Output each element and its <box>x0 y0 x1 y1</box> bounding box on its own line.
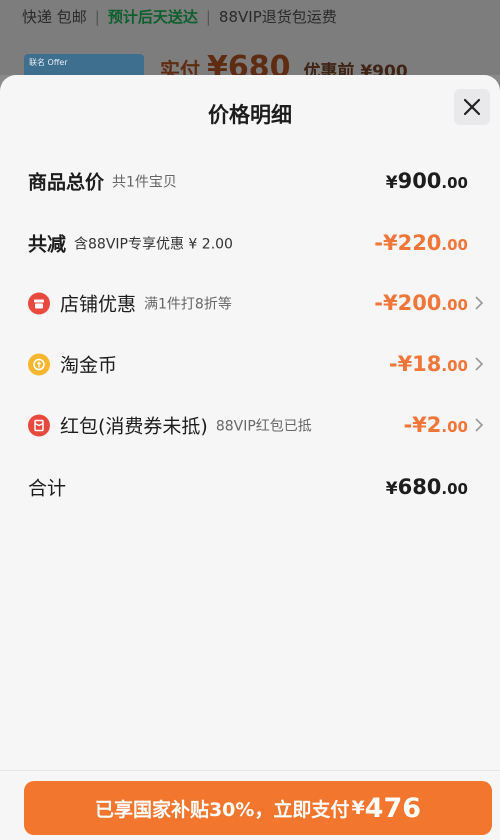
shipping-info: 快递 包邮 | 预计后天送达 | 88VIP退货包运费 <box>22 6 337 27</box>
red-packet-icon <box>28 414 50 436</box>
row-taobao-coins[interactable]: 淘金币 -¥18.00 <box>0 344 500 384</box>
row-label: 淘金币 <box>60 354 118 377</box>
card-tag: 联名 Offer <box>29 58 68 67</box>
divider: | <box>205 7 211 26</box>
discount-value: -¥2.00 <box>403 413 468 437</box>
chevron-right-icon <box>475 357 484 371</box>
row-red-packet[interactable]: 红包(消费券未抵) 88VIP红包已抵 -¥2.00 <box>0 405 500 445</box>
discount-value: -¥200.00 <box>374 291 468 315</box>
row-label: 红包(消费券未抵) <box>60 415 208 438</box>
store-icon <box>28 292 50 314</box>
close-icon <box>463 98 481 116</box>
row-sublabel: 含88VIP专享优惠 ¥ 2.00 <box>74 236 233 252</box>
row-sublabel: 共1件宝贝 <box>112 174 177 190</box>
chevron-right-icon <box>475 296 484 310</box>
sum-value: ¥680.00 <box>385 475 468 499</box>
shipping-text: 快递 包邮 <box>22 8 87 26</box>
row-sum: 合计 ¥680.00 <box>0 467 500 507</box>
row-goods-total: 商品总价 共1件宝贝 ¥900.00 <box>0 161 500 201</box>
row-label: 共减 <box>28 233 67 256</box>
pay-amount: 476 <box>364 792 422 824</box>
sheet-title: 价格明细 <box>208 103 292 127</box>
coin-icon <box>28 353 50 375</box>
chevron-right-icon <box>475 418 484 432</box>
row-sublabel: 88VIP红包已抵 <box>215 418 312 434</box>
discount-value: -¥220.00 <box>374 231 468 255</box>
close-button[interactable] <box>454 89 490 125</box>
row-label: 店铺优惠 <box>60 293 137 316</box>
vip-return-text: 88VIP退货包运费 <box>218 8 337 26</box>
delivery-text: 预计后天送达 <box>107 8 198 26</box>
pay-button-text: 已享国家补贴30%，立即支付 <box>94 798 350 821</box>
row-sublabel: 满1件打8折等 <box>144 296 232 312</box>
amount-value: ¥900.00 <box>385 169 468 193</box>
row-store-discount[interactable]: 店铺优惠 满1件打8折等 -¥200.00 <box>0 283 500 323</box>
divider: | <box>94 7 100 26</box>
price-detail-sheet: 价格明细 商品总价 共1件宝贝 ¥900.00 共减 含88VIP专享优惠 ¥ … <box>0 75 500 840</box>
pay-button[interactable]: 已享国家补贴30%，立即支付 ¥ 476 <box>24 781 492 835</box>
row-label: 合计 <box>28 477 67 500</box>
row-total-reduction: 共减 含88VIP专享优惠 ¥ 2.00 -¥220.00 <box>0 223 500 263</box>
pay-currency: ¥ <box>351 797 365 819</box>
discount-value: -¥18.00 <box>388 352 468 376</box>
row-label: 商品总价 <box>28 171 105 194</box>
